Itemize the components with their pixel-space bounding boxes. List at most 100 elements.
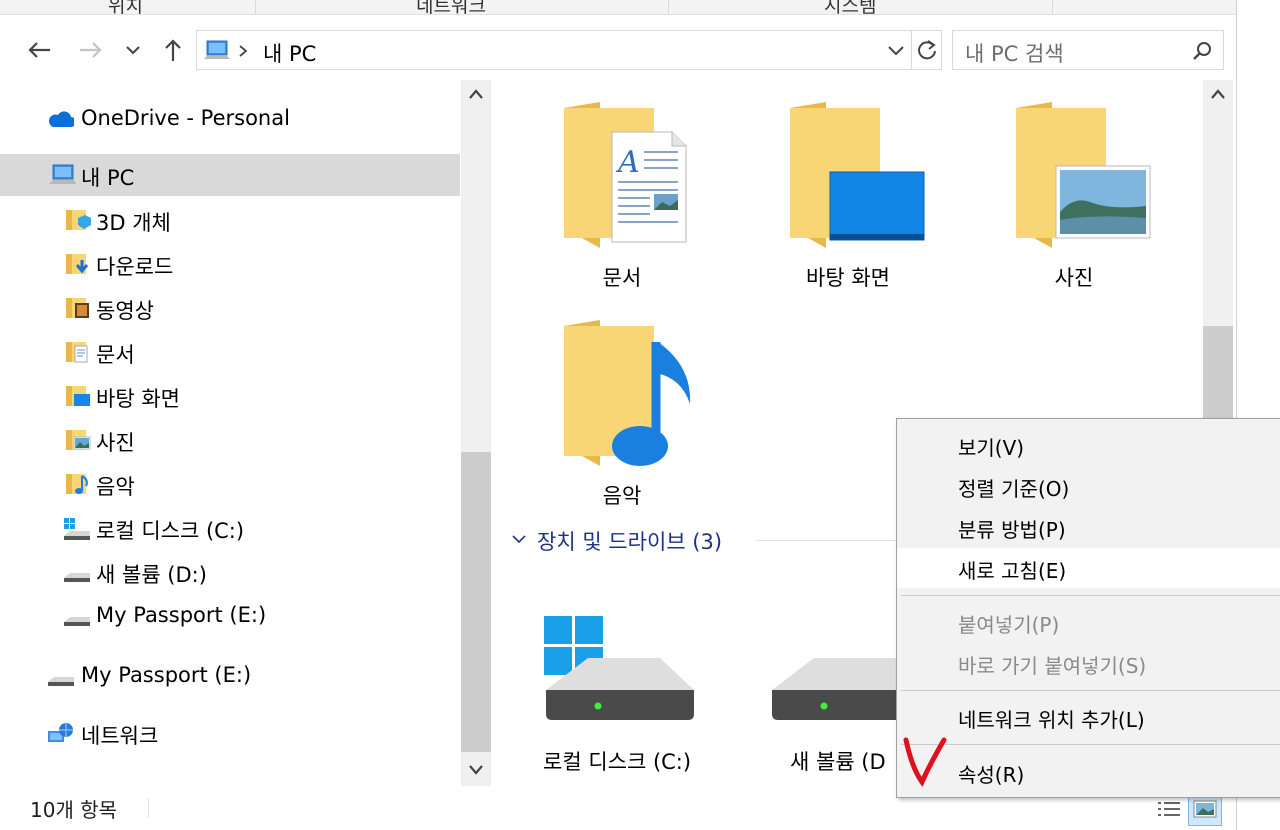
sidebar-item-label: 네트워크 <box>81 724 159 748</box>
ribbon-strip: 위치 네트워크 시스템 <box>0 0 1236 18</box>
ribbon-tab-system[interactable]: 시스템 <box>824 0 876 18</box>
folder-music-icon <box>66 474 88 494</box>
chevron-down-icon <box>126 46 140 55</box>
sidebar-item-network[interactable]: 네트워크 <box>0 712 460 754</box>
menu-item-label: 속성(R) <box>958 763 1025 787</box>
chevron-down-icon[interactable] <box>887 44 905 58</box>
menu-item-paste: 붙여넣기(P) <box>897 602 1280 642</box>
refresh-button[interactable] <box>912 30 942 70</box>
sidebar-item-label: 문서 <box>96 343 135 367</box>
drive-icon <box>64 573 90 582</box>
sidebar-item-documents[interactable]: 문서 <box>0 331 460 373</box>
drive-local-disk-c[interactable]: 로컬 디스크 (C:) <box>530 610 730 780</box>
ribbon-tab-network[interactable]: 네트워크 <box>416 0 486 18</box>
group-header-devices[interactable]: 장치 및 드라이브 (3) <box>537 526 722 556</box>
context-menu: 보기(V) 정렬 기준(O) 분류 방법(P) 새로 고침(E) 붙여넣기(P)… <box>896 418 1280 798</box>
folder-video-icon <box>66 298 89 318</box>
sidebar-item-my-passport-e-root[interactable]: My Passport (E:) <box>0 655 460 697</box>
back-button[interactable] <box>22 32 56 68</box>
menu-item-sort-by[interactable]: 정렬 기준(O) <box>897 466 1280 506</box>
content-scroll-thumb[interactable] <box>1203 326 1233 420</box>
sidebar-item-my-passport-e[interactable]: My Passport (E:) <box>0 595 460 637</box>
folder-music-icon <box>564 320 691 466</box>
sidebar-scrollbar[interactable] <box>461 80 491 786</box>
folder-desktop-icon <box>790 102 925 248</box>
sidebar-item-local-disk-c[interactable]: 로컬 디스크 (C:) <box>0 507 460 549</box>
folder-pictures-icon <box>1016 102 1151 248</box>
search-box[interactable]: 내 PC 검색 <box>952 30 1224 70</box>
drive-name: 로컬 디스크 (C:) <box>543 750 692 774</box>
sidebar-item-label: 내 PC <box>81 166 135 190</box>
pc-icon <box>204 40 230 59</box>
folder-document-icon <box>66 342 88 363</box>
folder-pictures[interactable]: 사진 <box>974 96 1174 296</box>
sidebar-item-label: 다운로드 <box>96 255 174 279</box>
ribbon-tab-location[interactable]: 위치 <box>108 0 143 18</box>
menu-item-label: 붙여넣기(P) <box>958 613 1060 637</box>
menu-item-label: 네트워크 위치 추가(L) <box>958 708 1145 732</box>
folder-name: 사진 <box>1054 266 1094 290</box>
folder-desktop[interactable]: 바탕 화면 <box>748 96 948 296</box>
chevron-right-icon <box>239 45 248 57</box>
sidebar-item-downloads[interactable]: 다운로드 <box>0 243 460 285</box>
folder-download-icon <box>66 254 89 274</box>
drive-volume-d[interactable]: 새 볼륨 (D <box>762 610 912 780</box>
menu-item-group-by[interactable]: 분류 방법(P) <box>897 507 1280 547</box>
menu-item-label: 정렬 기준(O) <box>958 477 1070 501</box>
folder-documents[interactable]: A 문서 <box>522 96 722 296</box>
menu-item-refresh[interactable]: 새로 고침(E) <box>897 548 1280 588</box>
scroll-down-icon[interactable] <box>468 764 484 776</box>
sidebar-item-videos[interactable]: 동영상 <box>0 287 460 329</box>
back-arrow-icon <box>28 42 50 58</box>
menu-item-label: 보기(V) <box>958 436 1025 460</box>
ribbon-separator <box>255 0 256 14</box>
menu-item-paste-shortcut: 바로 가기 붙여넣기(S) <box>897 643 1280 683</box>
sidebar-scroll-thumb[interactable] <box>461 452 491 752</box>
sidebar-item-label: My Passport (E:) <box>81 663 252 687</box>
scroll-up-icon[interactable] <box>468 88 484 100</box>
folder-desktop-icon <box>66 386 90 406</box>
content-scrollbar[interactable] <box>1203 80 1233 420</box>
drive-name: 새 볼륨 (D <box>790 750 886 774</box>
sidebar-item-pictures[interactable]: 사진 <box>0 419 460 461</box>
sidebar-item-this-pc[interactable]: 내 PC <box>0 154 460 196</box>
menu-item-add-network-location[interactable]: 네트워크 위치 추가(L) <box>897 697 1280 737</box>
address-bar[interactable]: 내 PC <box>196 30 912 70</box>
ribbon-separator <box>668 0 669 14</box>
recent-locations-button[interactable] <box>118 32 148 68</box>
sidebar-item-label: 음악 <box>96 475 135 499</box>
sidebar-item-label: 3D 개체 <box>96 211 171 235</box>
up-button[interactable] <box>156 32 190 68</box>
folder-document-icon: A <box>564 102 687 248</box>
drive-icon <box>64 617 90 626</box>
menu-item-properties[interactable]: 속성(R) <box>897 752 1280 792</box>
forward-button[interactable] <box>74 32 108 68</box>
search-placeholder: 내 PC 검색 <box>965 42 1064 66</box>
svg-text:A: A <box>615 145 640 180</box>
sidebar-item-volume-d[interactable]: 새 볼륨 (D:) <box>0 551 460 593</box>
pc-icon <box>49 164 76 184</box>
scroll-up-icon[interactable] <box>1210 88 1226 100</box>
windows-drive-icon <box>544 616 694 720</box>
sidebar-item-onedrive[interactable]: OneDrive - Personal <box>0 98 460 140</box>
menu-separator <box>901 595 1280 596</box>
sidebar-item-3d-objects[interactable]: 3D 개체 <box>0 199 460 241</box>
network-icon <box>48 723 73 742</box>
sidebar-item-label: 동영상 <box>96 299 154 323</box>
large-icons-view-icon <box>1193 800 1217 818</box>
folder-music[interactable]: 음악 <box>522 314 722 514</box>
collapse-chevron-icon[interactable] <box>511 533 527 545</box>
ribbon-separator <box>1052 0 1053 14</box>
drive-icon <box>48 677 74 686</box>
sidebar-item-desktop[interactable]: 바탕 화면 <box>0 375 460 417</box>
sidebar-item-label: OneDrive - Personal <box>81 106 290 130</box>
group-divider <box>756 540 906 541</box>
details-view-icon <box>1158 802 1180 816</box>
menu-item-label: 바로 가기 붙여넣기(S) <box>958 654 1147 678</box>
menu-item-view[interactable]: 보기(V) <box>897 425 1280 465</box>
menu-item-label: 분류 방법(P) <box>958 518 1066 542</box>
sidebar-item-label: 새 볼륨 (D:) <box>96 563 207 587</box>
sidebar-item-music[interactable]: 음악 <box>0 463 460 505</box>
folder-name: 바탕 화면 <box>806 266 890 290</box>
refresh-icon <box>917 40 936 60</box>
